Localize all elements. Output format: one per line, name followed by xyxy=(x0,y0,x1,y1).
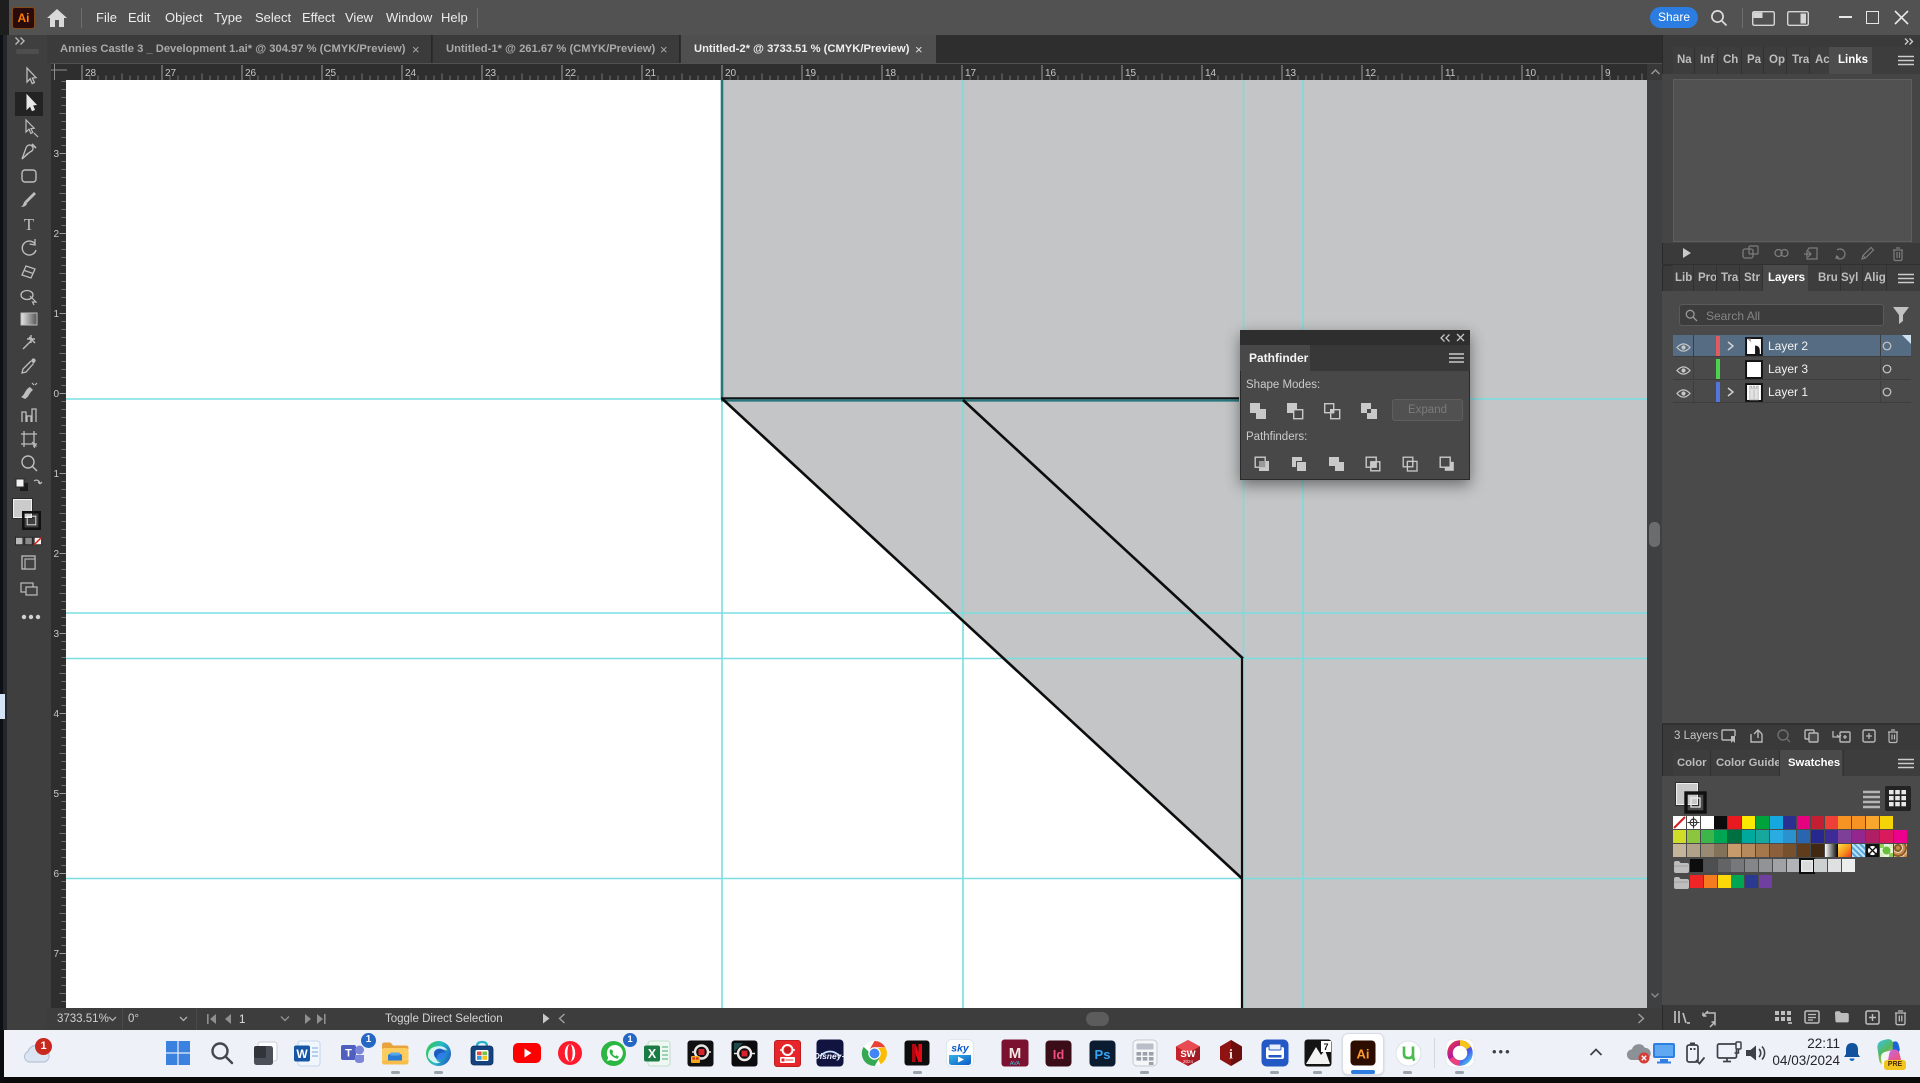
svg-text:1: 1 xyxy=(54,309,60,320)
svg-text:7: 7 xyxy=(1323,1042,1328,1052)
svg-text:6: 6 xyxy=(54,869,60,880)
svg-text:17: 17 xyxy=(965,68,977,79)
svg-text:28: 28 xyxy=(85,68,97,79)
svg-text:18: 18 xyxy=(885,68,897,79)
svg-text:12: 12 xyxy=(1365,68,1377,79)
svg-text:16: 16 xyxy=(1045,68,1057,79)
svg-text:3: 3 xyxy=(54,629,60,640)
svg-text:10: 10 xyxy=(1525,68,1537,79)
svg-text:26: 26 xyxy=(245,68,257,79)
svg-text:M: M xyxy=(1009,1045,1022,1062)
svg-text:22: 22 xyxy=(565,68,577,79)
svg-text:15: 15 xyxy=(1125,68,1137,79)
svg-text:1: 1 xyxy=(54,469,60,480)
svg-text:2024: 2024 xyxy=(1183,1059,1194,1064)
svg-text:0: 0 xyxy=(54,389,60,400)
svg-text:Ps: Ps xyxy=(1094,1047,1110,1062)
svg-text:i: i xyxy=(1229,1048,1233,1063)
svg-text:AVA: AVA xyxy=(1010,1061,1021,1067)
svg-text:2: 2 xyxy=(54,549,60,560)
svg-text:19: 19 xyxy=(805,68,817,79)
svg-text:W: W xyxy=(296,1047,308,1061)
svg-text:27: 27 xyxy=(165,68,177,79)
svg-text:4: 4 xyxy=(54,709,60,720)
svg-text:9: 9 xyxy=(1605,68,1611,79)
svg-text:X: X xyxy=(647,1047,656,1061)
svg-text:sky: sky xyxy=(951,1043,970,1055)
svg-text:23: 23 xyxy=(485,68,497,79)
svg-text:13: 13 xyxy=(1285,68,1297,79)
svg-text:3: 3 xyxy=(54,149,60,160)
svg-text:T: T xyxy=(345,1047,352,1059)
svg-text:2: 2 xyxy=(54,229,60,240)
svg-text:24: 24 xyxy=(405,68,417,79)
svg-text:25: 25 xyxy=(325,68,337,79)
svg-text:1: 1 xyxy=(239,1014,245,1026)
svg-text:14: 14 xyxy=(1205,68,1217,79)
svg-text:Disney+: Disney+ xyxy=(816,1051,844,1061)
svg-text:5: 5 xyxy=(54,789,60,800)
svg-text:11: 11 xyxy=(1445,68,1456,79)
svg-text:T: T xyxy=(24,215,35,234)
svg-text:21: 21 xyxy=(645,68,657,79)
svg-text:Ai: Ai xyxy=(1357,1047,1370,1062)
svg-text:Id: Id xyxy=(1052,1047,1064,1062)
svg-text:7: 7 xyxy=(54,949,60,960)
svg-text:20: 20 xyxy=(725,68,737,79)
